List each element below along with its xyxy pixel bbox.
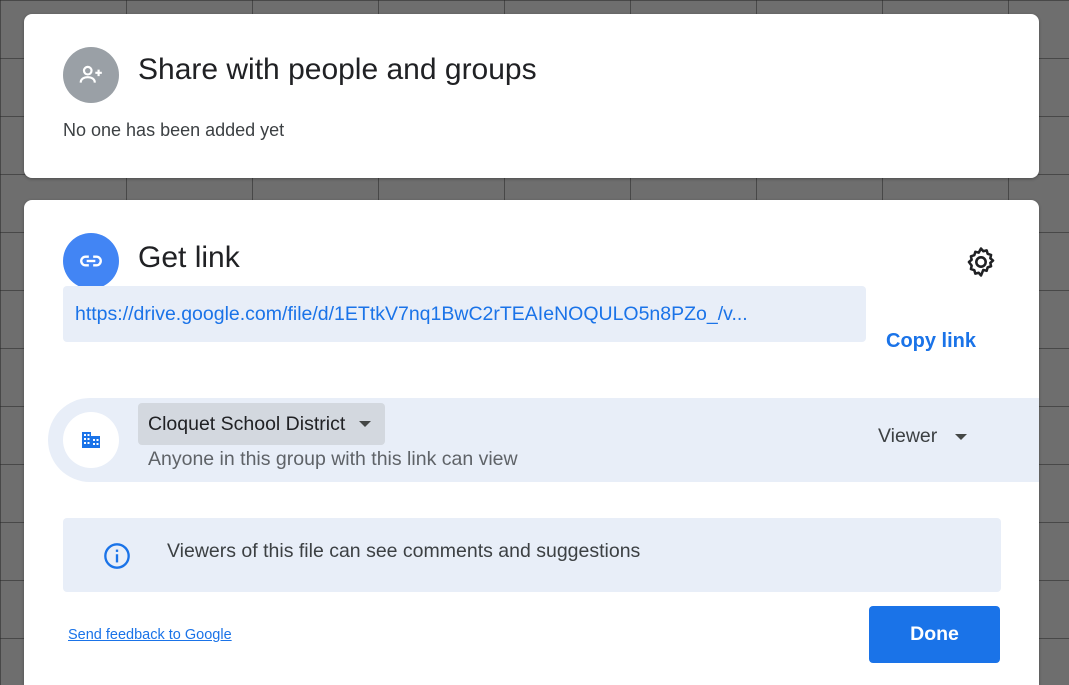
send-feedback-link[interactable]: Send feedback to Google — [68, 627, 232, 643]
role-dropdown[interactable]: Viewer — [878, 425, 968, 448]
link-icon — [63, 233, 119, 289]
done-button[interactable]: Done — [869, 606, 1000, 663]
gear-icon[interactable] — [961, 242, 1001, 282]
get-link-title: Get link — [138, 241, 240, 274]
link-url-text: https://drive.google.com/file/d/1ETtkV7n… — [75, 302, 748, 325]
chevron-down-icon — [359, 421, 372, 427]
link-url-field[interactable]: https://drive.google.com/file/d/1ETtkV7n… — [63, 286, 866, 342]
share-people-card: Share with people and groups No one has … — [24, 14, 1039, 178]
copy-link-button[interactable]: Copy link — [886, 330, 976, 353]
chevron-down-icon — [955, 433, 968, 440]
access-description: Anyone in this group with this link can … — [148, 448, 518, 470]
domain-icon — [63, 412, 119, 468]
access-scope-dropdown[interactable]: Cloquet School District — [138, 403, 386, 445]
share-title: Share with people and groups — [138, 53, 537, 86]
access-scope-label: Cloquet School District — [148, 412, 346, 435]
share-subtitle: No one has been added yet — [63, 120, 285, 140]
person-add-icon — [63, 47, 119, 103]
info-icon — [103, 542, 131, 575]
info-text: Viewers of this file can see comments an… — [167, 540, 641, 562]
info-banner: Viewers of this file can see comments an… — [63, 518, 1001, 592]
role-label: Viewer — [878, 425, 938, 447]
link-access-row: Cloquet School District Anyone in this g… — [48, 398, 1039, 482]
get-link-card: Get link https://drive.google.com/file/d… — [24, 200, 1039, 685]
